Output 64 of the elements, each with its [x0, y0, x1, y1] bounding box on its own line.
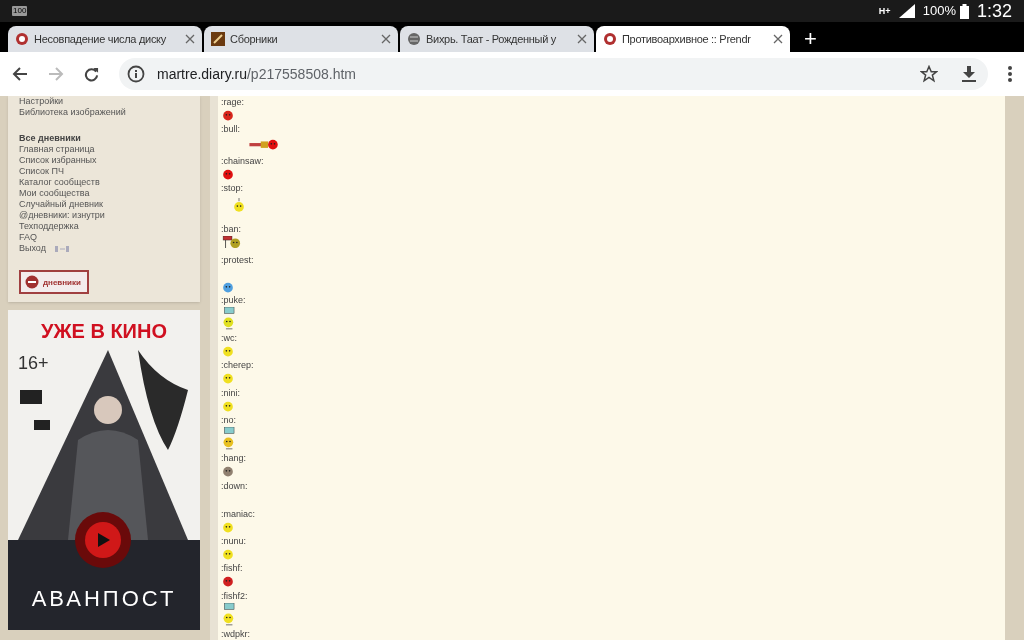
smiley-code: :no: [221, 415, 237, 427]
smiley-code: :maniac: [221, 508, 256, 520]
sidebar-link[interactable]: Настройки [19, 96, 200, 107]
smiley-code: :puke: [221, 294, 247, 306]
download-icon[interactable] [962, 66, 976, 82]
age-rating: 16+ [18, 352, 49, 375]
globe-icon [407, 32, 421, 46]
sidebar-link[interactable]: Техподдержка [19, 221, 200, 232]
sidebar-link[interactable]: Главная страница [19, 144, 200, 155]
smiley-code: :wc: [221, 333, 238, 345]
sidebar-link[interactable]: Выход [19, 243, 46, 254]
close-icon[interactable] [577, 34, 587, 44]
smiley-code: :protest: [221, 255, 255, 267]
smiley-code: :down: [221, 480, 249, 492]
smiley-code: :chainsaw: [221, 155, 265, 167]
sidebar-link[interactable]: Каталог сообществ [19, 177, 200, 188]
smiley-code: :wdpkr: [221, 629, 251, 640]
smiley-code: :cherep: [221, 360, 255, 372]
tab[interactable]: Противоархивное :: Prendr [596, 26, 790, 52]
battery-notification-icon: 100 [12, 6, 28, 16]
tab[interactable]: Вихрь. Таат - Рожденный у [400, 26, 594, 52]
smiley-code: :ban: [221, 223, 243, 235]
address-bar[interactable]: martre.diary.ru/p217558508.htm [119, 58, 988, 90]
close-icon[interactable] [185, 34, 195, 44]
sidebar-link[interactable]: Список избранных [19, 155, 200, 166]
site-icon [15, 32, 29, 46]
new-tab-button[interactable]: + [804, 26, 817, 52]
smiley-code: :nunu: [221, 536, 248, 548]
section-heading: Все дневники [19, 133, 82, 144]
battery-level: 100% [922, 2, 956, 21]
banner-headline: УЖЕ В КИНО [40, 319, 168, 344]
sidebar-link[interactable]: @дневники: изнутри [19, 210, 200, 221]
smiley-code: :rage: [221, 97, 245, 108]
smiley-code: :nini: [221, 387, 241, 399]
tab[interactable]: Несовпадение числа диску [8, 26, 202, 52]
site-icon [603, 32, 617, 46]
smiley-code: :hang: [221, 453, 248, 465]
sidebar-link[interactable]: FAQ [19, 232, 200, 243]
movie-banner[interactable]: УЖЕ В КИНО 16+ АВАНПОСТ [8, 310, 200, 630]
close-icon[interactable] [381, 34, 391, 44]
clock: 1:32 [976, 0, 1012, 23]
sidebar-link[interactable]: Случайный дневник [19, 199, 200, 210]
logo-icon [25, 275, 39, 289]
quill-icon [211, 32, 225, 46]
smiley-code: :fishf2: [221, 590, 249, 602]
smiley-code: :stop: [221, 183, 244, 194]
close-icon[interactable] [773, 34, 783, 44]
sidebar-link[interactable]: Библиотека изображений [19, 107, 200, 118]
sidebar-link[interactable]: Мои сообщества [19, 188, 200, 199]
movie-title: АВАНПОСТ [30, 585, 178, 613]
sidebar-link[interactable]: Список ПЧ [19, 166, 200, 177]
smiley-code: :bull: [221, 124, 241, 136]
star-icon[interactable] [920, 65, 938, 83]
smiley-code: :fishf: [221, 563, 244, 575]
info-icon[interactable] [127, 65, 145, 83]
reload-icon[interactable] [84, 66, 99, 82]
diary-logo-button[interactable]: дневники [19, 270, 89, 294]
battery-icon [959, 3, 969, 19]
back-icon[interactable] [12, 66, 28, 82]
url-text: martre.diary.ru/p217558508.htm [157, 64, 357, 84]
menu-icon[interactable] [1008, 66, 1012, 82]
signal-icon [898, 4, 915, 18]
network-type: H+ [878, 6, 891, 16]
tab[interactable]: Сборники [204, 26, 398, 52]
